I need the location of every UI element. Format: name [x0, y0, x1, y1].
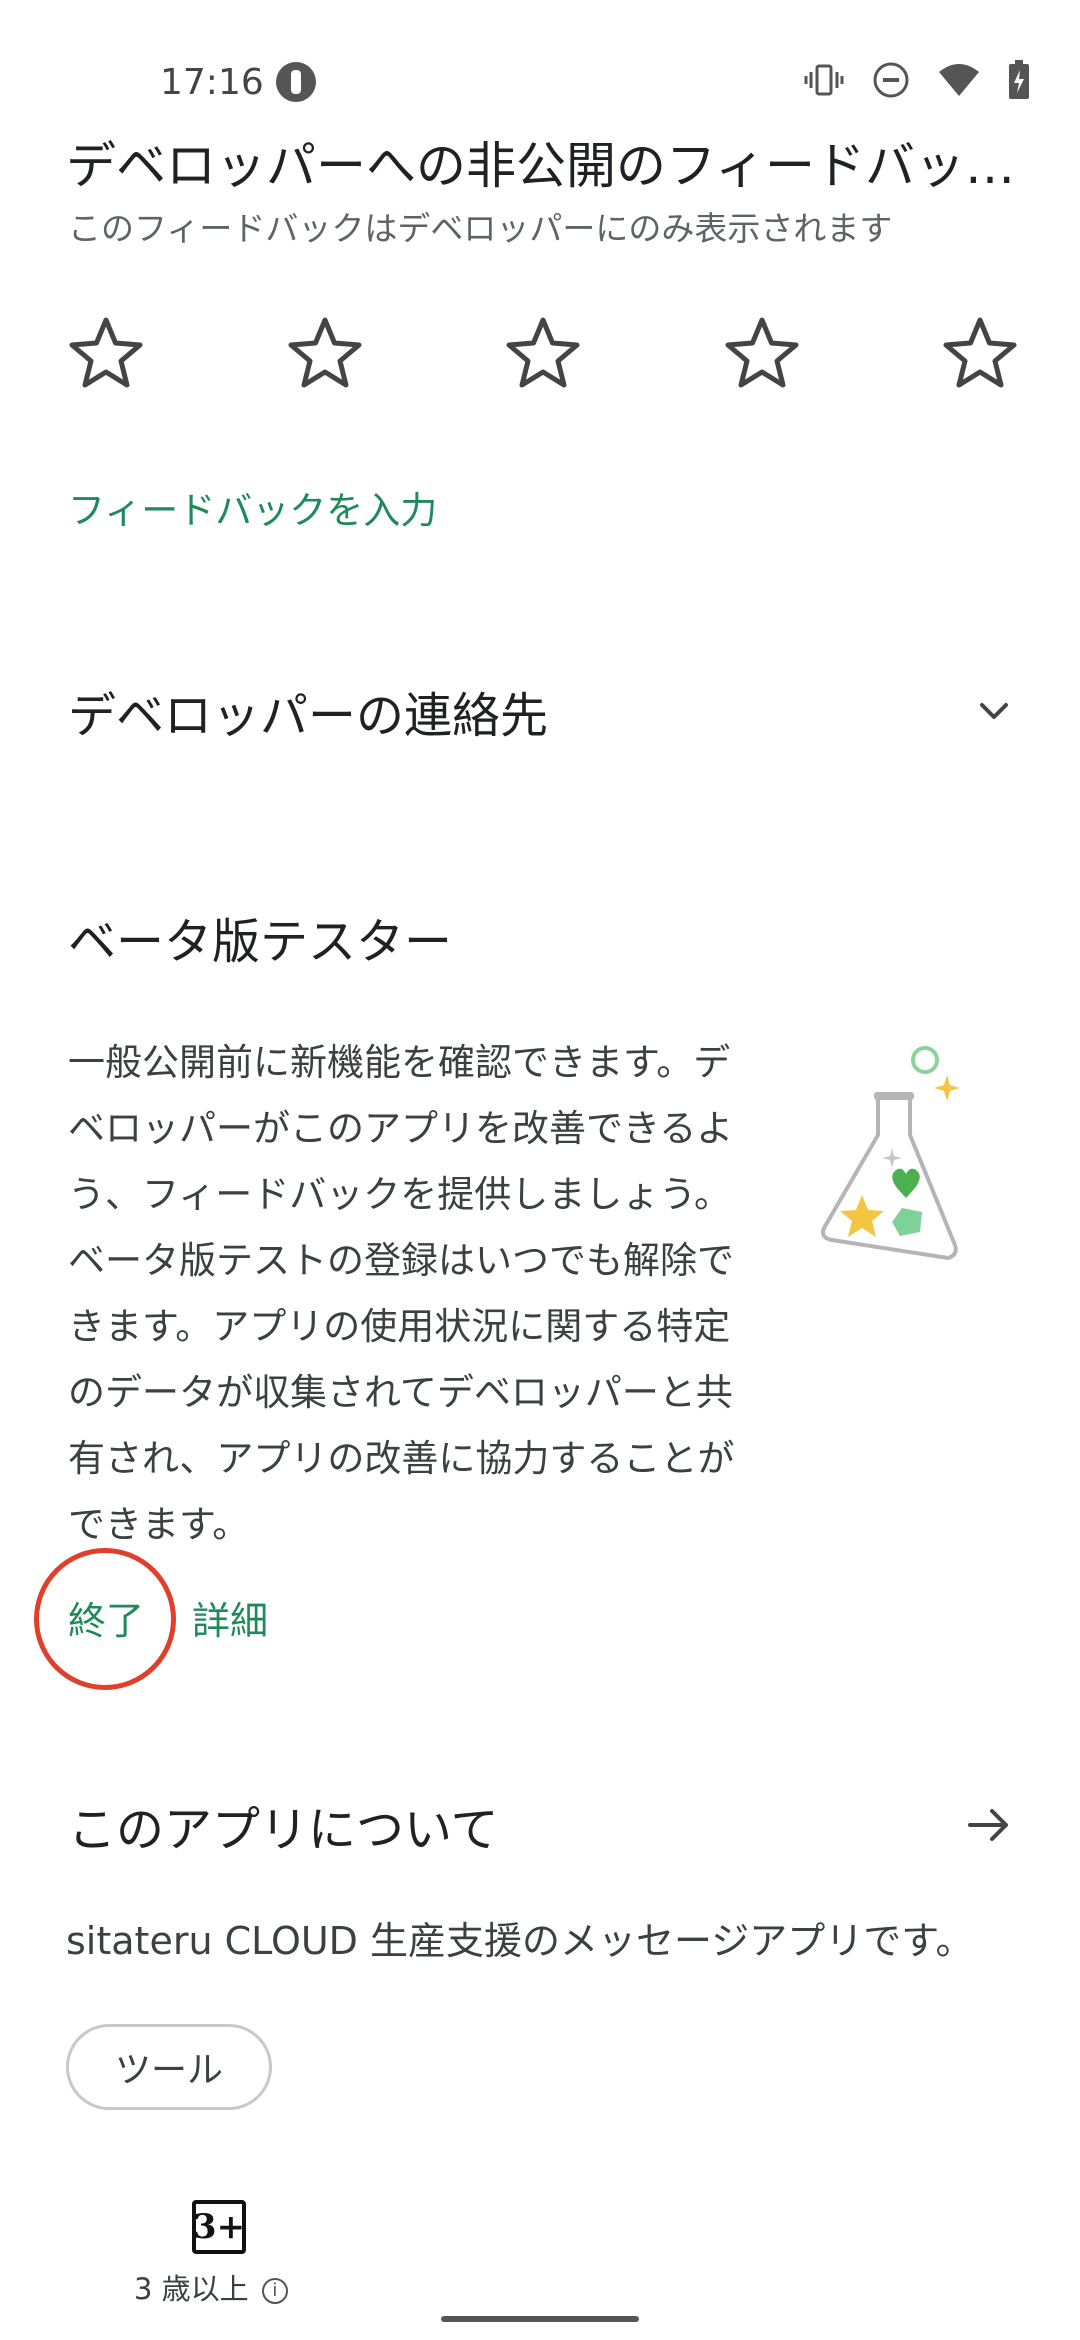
beta-actions: 終了 詳細 [68, 1590, 268, 1645]
star-4-icon[interactable] [724, 315, 800, 391]
about-app-row[interactable]: このアプリについて [68, 1790, 1014, 1860]
feedback-section-title: デベロッパーへの非公開のフィードバッ… [66, 137, 1015, 195]
status-bar: 17:16 [0, 0, 1080, 130]
content-rating-badge: 3+ [192, 2200, 246, 2254]
developer-contact-title: デベロッパーの連絡先 [68, 688, 549, 744]
info-icon[interactable]: i [261, 2278, 288, 2304]
content-rating-label[interactable]: 3 歳以上 i [134, 2266, 288, 2308]
vibrate-icon [804, 60, 844, 104]
arrow-right-icon[interactable] [964, 1800, 1014, 1850]
wifi-icon [938, 62, 980, 102]
battery-charging-icon [1008, 60, 1030, 104]
category-chip[interactable]: ツール [66, 2024, 272, 2110]
star-2-icon[interactable] [287, 315, 363, 391]
beta-details-link[interactable]: 詳細 [192, 1590, 268, 1645]
app-notification-icon [276, 62, 316, 102]
beta-tester-description: 一般公開前に新機能を確認できます。デベロッパーがこのアプリを改善できるよう、フィ… [68, 1041, 735, 1546]
star-5-icon[interactable] [942, 315, 1018, 391]
star-1-icon[interactable] [68, 315, 144, 391]
feedback-section-subtitle: このフィードバックはデベロッパーにのみ表示されます [68, 209, 893, 248]
gesture-nav-handle[interactable] [441, 2316, 639, 2322]
chevron-down-icon[interactable] [974, 691, 1014, 731]
star-3-icon[interactable] [505, 315, 581, 391]
flask-icon [821, 1046, 960, 1260]
write-feedback-link[interactable]: フィードバックを入力 [68, 480, 437, 534]
do-not-disturb-icon [872, 61, 910, 103]
beta-tester-title: ベータ版テスター [68, 914, 453, 970]
leave-beta-button[interactable]: 終了 [68, 1590, 144, 1645]
about-app-title: このアプリについて [68, 1802, 499, 1858]
about-app-description: sitateru CLOUD 生産支援のメッセージアプリです。 [66, 1919, 974, 1963]
status-time: 17:16 [160, 62, 264, 103]
developer-contact-row[interactable]: デベロッパーの連絡先 [68, 676, 1014, 746]
content-rating-text: 3 歳以上 [134, 2272, 249, 2306]
star-rating [68, 315, 1018, 391]
status-icons [804, 60, 1030, 104]
